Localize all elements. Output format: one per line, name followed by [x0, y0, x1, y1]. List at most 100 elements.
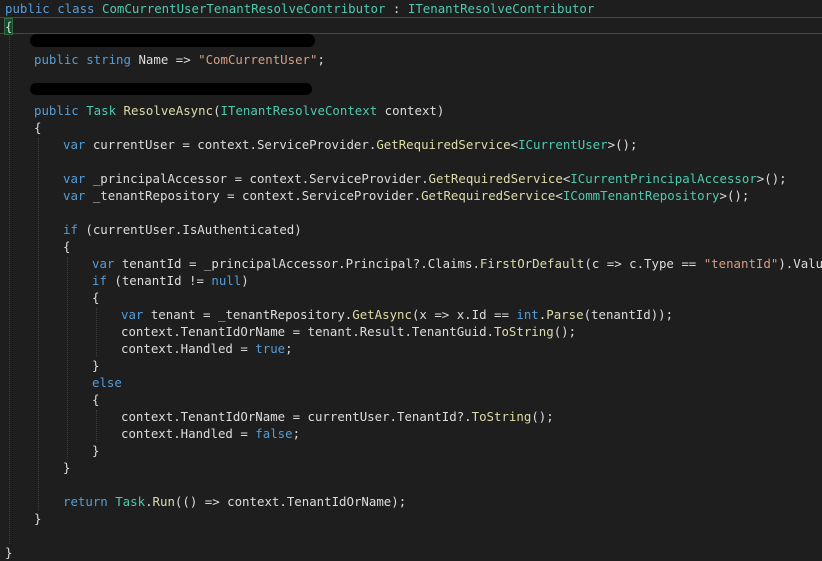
code-token-plain: (x => x.Id ==: [411, 307, 517, 322]
code-line-content: {: [0, 18, 14, 35]
code-token-keyword: if: [92, 273, 115, 288]
code-line-content: else: [5, 375, 122, 390]
code-token-plain: (currentUser.IsAuthenticated): [85, 222, 302, 237]
code-line-content: var _tenantRepository = context.ServiceP…: [5, 188, 749, 203]
code-token-type: ICurrentPrincipalAccessor: [570, 171, 757, 186]
code-line-content: {: [5, 290, 99, 305]
code-line[interactable]: {: [0, 17, 822, 35]
code-line[interactable]: }: [5, 459, 70, 476]
code-token-string: "ComCurrentUser": [198, 52, 318, 67]
code-line-content: public string Name => "ComCurrentUser";: [5, 52, 325, 67]
code-token-type: ICurrentUser: [518, 137, 608, 152]
code-token-keyword: return: [63, 494, 116, 509]
code-token-method: GetAsync: [352, 307, 412, 322]
code-token-plain: >();: [719, 188, 750, 203]
code-token-type: ComCurrentUserTenantResolveContributor: [101, 1, 386, 16]
code-line[interactable]: }: [5, 510, 41, 527]
code-line-content: context.TenantIdOrName = currentUser.Ten…: [5, 409, 554, 424]
code-line-content: if (currentUser.IsAuthenticated): [5, 222, 302, 237]
code-token-plain: <: [510, 137, 519, 152]
code-token-plain: ;: [285, 341, 293, 356]
code-line[interactable]: if (currentUser.IsAuthenticated): [5, 221, 302, 238]
code-line-content: public class ComCurrentUserTenantResolve…: [5, 1, 594, 16]
code-line[interactable]: context.TenantIdOrName = tenant.Result.T…: [5, 323, 576, 340]
code-line[interactable]: var tenant = _tenantRepository.GetAsync(…: [5, 306, 673, 323]
code-token-plain: ();: [553, 324, 577, 339]
code-token-method: GetRequiredService: [421, 188, 556, 203]
code-token-plain: {: [92, 392, 100, 407]
code-token-type: ITenantResolveContributor: [407, 1, 595, 16]
code-token-plain: (() => context.TenantIdOrName);: [174, 494, 407, 509]
code-line[interactable]: {: [5, 289, 99, 306]
code-line-content: }: [5, 545, 12, 560]
code-token-plain: currentUser = context.ServiceProvider.: [92, 137, 377, 152]
code-token-plain: ;: [292, 426, 301, 441]
code-line[interactable]: public string Name => "ComCurrentUser";: [5, 51, 325, 68]
code-token-keyword: var: [63, 171, 93, 186]
code-token-plain: tenantId = _principalAccessor.Principal?…: [121, 256, 480, 271]
code-line[interactable]: {: [5, 119, 41, 136]
code-line[interactable]: }: [5, 357, 99, 374]
code-line[interactable]: return Task.Run(() => context.TenantIdOr…: [5, 493, 406, 510]
code-line-content: {: [5, 239, 70, 254]
code-line[interactable]: var currentUser = context.ServiceProvide…: [5, 136, 637, 153]
code-token-plain: ).Value;: [778, 256, 822, 271]
code-token-plain: _tenantRepository = context.ServiceProvi…: [92, 188, 422, 203]
code-token-plain: >();: [756, 171, 787, 186]
code-line-content: }: [5, 358, 99, 373]
code-line-content: var currentUser = context.ServiceProvide…: [5, 137, 637, 152]
matched-brace: {: [3, 18, 14, 35]
code-line[interactable]: }: [5, 544, 12, 561]
code-editor[interactable]: public class ComCurrentUserTenantResolve…: [0, 0, 822, 560]
code-token-type: Task: [86, 103, 124, 118]
code-token-plain: {: [34, 120, 42, 135]
code-token-keyword: public: [34, 103, 87, 118]
code-line[interactable]: if (tenantId != null): [5, 272, 249, 289]
code-line-content: }: [5, 511, 41, 526]
code-token-keyword: string: [86, 52, 139, 67]
code-token-plain: context.TenantIdOrName = currentUser.Ten…: [121, 409, 472, 424]
code-token-method: FirstOrDefault: [479, 256, 585, 271]
code-line[interactable]: {: [5, 238, 70, 255]
code-token-plain: }: [92, 358, 100, 373]
code-line[interactable]: context.Handled = false;: [5, 425, 300, 442]
code-token-plain: (tenantId !=: [114, 273, 212, 288]
code-token-keyword: class: [57, 1, 102, 16]
code-line[interactable]: context.TenantIdOrName = currentUser.Ten…: [5, 408, 554, 425]
code-token-plain: }: [5, 545, 13, 560]
code-token-plain: (tenantId));: [583, 307, 674, 322]
code-line-content: }: [5, 460, 70, 475]
redaction-mark: [30, 34, 315, 47]
code-token-keyword: var: [63, 137, 93, 152]
code-line[interactable]: var _principalAccessor = context.Service…: [5, 170, 787, 187]
code-token-method: ToString: [494, 324, 554, 339]
code-token-plain: context.TenantIdOrName = tenant.Result.T…: [121, 324, 494, 339]
code-line-content: context.Handled = false;: [5, 426, 300, 441]
code-token-method: ToString: [471, 409, 532, 424]
code-token-plain: _principalAccessor = context.ServiceProv…: [92, 171, 429, 186]
code-token-type: Task: [115, 494, 146, 509]
code-token-plain: <: [555, 188, 563, 203]
code-line[interactable]: public class ComCurrentUserTenantResolve…: [5, 0, 594, 17]
code-line[interactable]: }: [5, 442, 99, 459]
code-token-keyword: public: [5, 1, 58, 16]
code-token-plain: }: [92, 443, 100, 458]
code-token-plain: {: [63, 239, 71, 254]
code-token-type: ICommTenantRepository: [562, 188, 720, 203]
code-line[interactable]: var _tenantRepository = context.ServiceP…: [5, 187, 749, 204]
code-line-content: return Task.Run(() => context.TenantIdOr…: [5, 494, 406, 509]
code-token-plain: (c => c.Type ==: [584, 256, 704, 271]
code-token-keyword: var: [92, 256, 122, 271]
code-line[interactable]: context.Handled = true;: [5, 340, 293, 357]
code-line-content: context.Handled = true;: [5, 341, 293, 356]
code-token-plain: Name =>: [138, 52, 199, 67]
code-line[interactable]: public Task ResolveAsync(ITenantResolveC…: [5, 102, 444, 119]
code-token-keyword: var: [63, 188, 93, 203]
code-line[interactable]: var tenantId = _principalAccessor.Princi…: [5, 255, 822, 272]
code-token-method: GetRequiredService: [428, 171, 563, 186]
code-token-keyword: var: [121, 307, 151, 322]
redaction-mark: [30, 83, 312, 95]
code-line[interactable]: else: [5, 374, 122, 391]
code-line[interactable]: {: [5, 391, 99, 408]
code-token-plain: .: [145, 494, 153, 509]
